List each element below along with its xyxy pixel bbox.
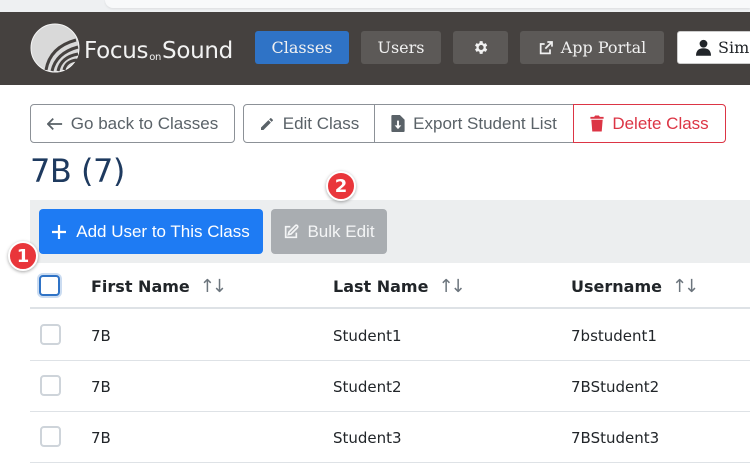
pencil-icon	[260, 117, 273, 130]
address-bar	[105, 0, 750, 8]
nav-users-button[interactable]: Users	[361, 31, 441, 64]
user-icon	[696, 39, 711, 56]
edit-square-icon	[285, 223, 300, 238]
export-student-list-label: Export Student List	[413, 113, 557, 133]
edit-class-label: Edit Class	[282, 113, 360, 133]
cell-last-name: Student1	[333, 327, 402, 345]
arrow-left-icon	[46, 117, 62, 130]
table-row: 7B Student1 7bstudent1	[30, 310, 750, 361]
column-header-first-name[interactable]: First Name ↑↓	[91, 276, 227, 297]
nav-classes-button[interactable]: Classes	[255, 31, 349, 64]
bulk-edit-button[interactable]: Bulk Edit	[271, 209, 387, 254]
external-link-icon	[539, 40, 553, 54]
brand-name: FocusonSound	[84, 38, 233, 64]
nav-classes-label: Classes	[271, 38, 333, 57]
cell-first-name: 7B	[91, 327, 111, 345]
select-all-checkbox[interactable]	[39, 275, 60, 296]
app-portal-label: App Portal	[560, 38, 647, 57]
delete-class-label: Delete Class	[612, 113, 709, 133]
cell-username: 7BStudent2	[571, 378, 660, 396]
cell-last-name: Student3	[333, 429, 402, 447]
bulk-edit-label: Bulk Edit	[307, 221, 375, 241]
row-checkbox[interactable]	[40, 375, 61, 396]
page-title: 7B (7)	[30, 152, 125, 190]
cell-first-name: 7B	[91, 378, 111, 396]
user-menu-button[interactable]: Sim	[677, 31, 750, 64]
row-checkbox[interactable]	[40, 426, 61, 447]
trash-icon	[590, 115, 604, 132]
app-portal-button[interactable]: App Portal	[520, 31, 664, 64]
annotation-badge-2: 2	[326, 171, 356, 201]
back-to-classes-button[interactable]: Go back to Classes	[30, 104, 235, 143]
add-user-label: Add User to This Class	[76, 221, 250, 241]
edit-class-button[interactable]: Edit Class	[243, 104, 375, 143]
row-checkbox[interactable]	[40, 324, 61, 345]
table-row: 7B Student3 7BStudent3	[30, 412, 750, 463]
browser-top-strip	[0, 0, 750, 12]
file-download-icon	[391, 115, 405, 132]
sort-icon: ↑↓	[671, 276, 699, 297]
table-header: First Name ↑↓ Last Name ↑↓ Username ↑↓	[30, 263, 750, 309]
gear-icon	[475, 41, 488, 54]
user-name-label: Sim	[718, 38, 750, 57]
delete-class-button[interactable]: Delete Class	[573, 104, 726, 143]
focus-on-sound-logo-icon	[30, 23, 80, 73]
column-header-username[interactable]: Username ↑↓	[571, 276, 699, 297]
column-header-last-name[interactable]: Last Name ↑↓	[333, 276, 466, 297]
annotation-badge-1: 1	[8, 241, 38, 271]
cell-last-name: Student2	[333, 378, 402, 396]
cell-username: 7bstudent1	[571, 327, 657, 345]
export-student-list-button[interactable]: Export Student List	[374, 104, 574, 143]
cell-first-name: 7B	[91, 429, 111, 447]
sort-icon: ↑↓	[438, 276, 465, 297]
cell-username: 7BStudent3	[571, 429, 660, 447]
table-row: 7B Student2 7BStudent2	[30, 361, 750, 412]
settings-button[interactable]	[453, 31, 508, 64]
plus-icon	[52, 224, 67, 239]
add-user-button[interactable]: Add User to This Class	[39, 209, 263, 254]
nav-users-label: Users	[377, 38, 425, 57]
back-to-classes-label: Go back to Classes	[70, 113, 219, 133]
sort-icon: ↑↓	[199, 276, 227, 297]
